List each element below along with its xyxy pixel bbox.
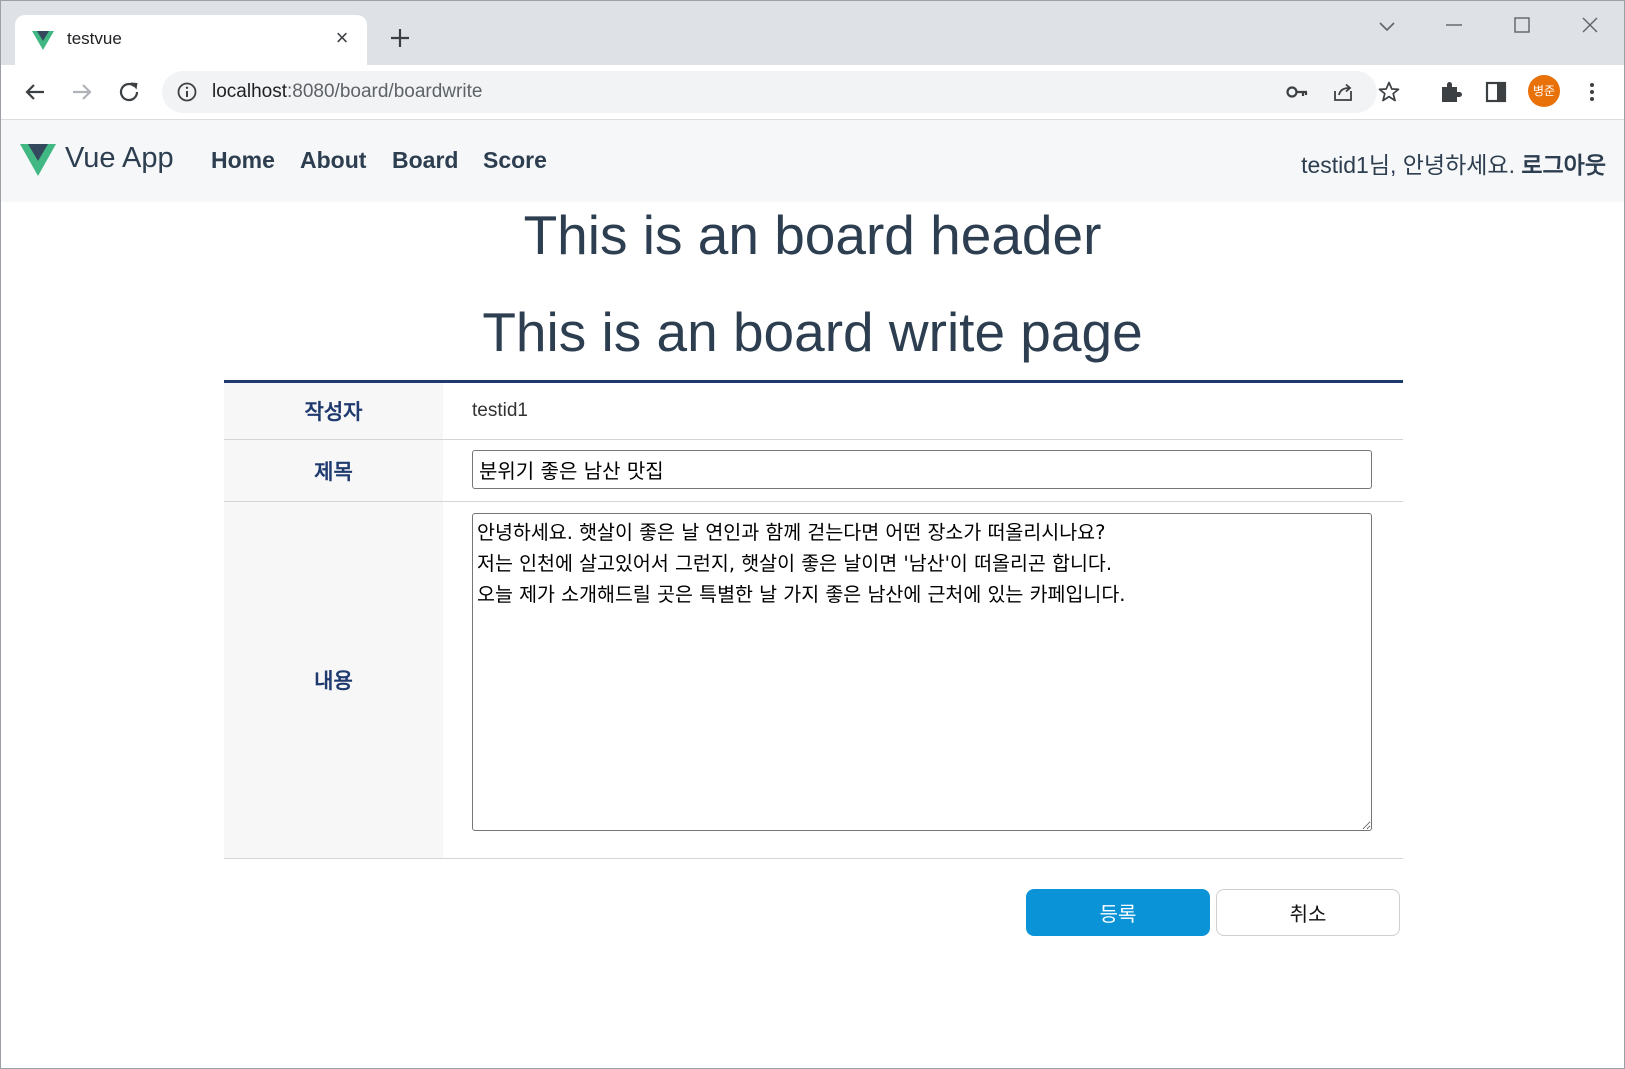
web-page: Vue App Home About Board Score testid1님,… — [1, 120, 1624, 1068]
tab-strip: testvue × — [1, 1, 1624, 65]
browser-toolbar: localhost:8080/board/boardwrite 병준 — [1, 65, 1624, 120]
minimize-icon[interactable] — [1439, 13, 1469, 41]
browser-tab[interactable]: testvue × — [15, 15, 367, 65]
title-label: 제목 — [224, 440, 443, 501]
submit-button[interactable]: 등록 — [1026, 889, 1210, 936]
content-row: 내용 안녕하세요. 햇살이 좋은 날 연인과 함께 걷는다면 어떤 장소가 떠올… — [224, 502, 1403, 859]
url-host: localhost — [212, 81, 287, 102]
tab-title: testvue — [67, 29, 122, 48]
address-bar[interactable]: localhost:8080/board/boardwrite — [162, 71, 1400, 113]
app-navbar: Vue App Home About Board Score testid1님,… — [1, 120, 1624, 202]
writer-label: 작성자 — [224, 383, 443, 439]
bookmark-star-icon[interactable] — [1377, 80, 1401, 104]
greeting-text: testid1님, 안녕하세요. — [1301, 152, 1515, 178]
close-window-icon[interactable] — [1575, 13, 1605, 41]
url-path: :8080/board/boardwrite — [287, 81, 483, 102]
browser-window: testvue × localhost:8080/board/boardwrit… — [0, 0, 1625, 1069]
new-tab-icon[interactable] — [385, 23, 415, 53]
maximize-icon[interactable] — [1507, 13, 1537, 41]
key-icon[interactable] — [1285, 80, 1309, 104]
share-icon[interactable] — [1331, 80, 1355, 104]
url-text: localhost:8080/board/boardwrite — [212, 81, 482, 103]
title-row: 제목 — [224, 440, 1403, 502]
extensions-icon[interactable] — [1436, 78, 1464, 106]
title-input[interactable] — [472, 450, 1372, 489]
nav-home-link[interactable]: Home — [211, 147, 275, 174]
more-menu-icon[interactable] — [1578, 78, 1606, 106]
page-title: This is an board write page — [482, 301, 1143, 363]
board-write-form: 작성자 testid1 제목 내용 안녕하세요. 햇살이 좋은 날 연인과 함께… — [224, 380, 1403, 859]
user-greeting: testid1님, 안녕하세요. 로그아웃 — [1301, 146, 1606, 180]
close-tab-icon[interactable]: × — [331, 27, 353, 49]
nav-about-link[interactable]: About — [300, 147, 366, 174]
site-info-icon[interactable] — [176, 81, 198, 103]
logout-link[interactable]: 로그아웃 — [1521, 152, 1606, 178]
writer-value: testid1 — [472, 400, 528, 421]
cancel-button[interactable]: 취소 — [1216, 889, 1400, 936]
forward-icon[interactable] — [67, 77, 97, 107]
profile-avatar[interactable]: 병준 — [1528, 75, 1560, 107]
reload-icon[interactable] — [114, 77, 144, 107]
content-label: 내용 — [224, 502, 443, 858]
vue-favicon-icon — [32, 31, 54, 50]
board-header: This is an board header — [523, 204, 1102, 266]
app-brand[interactable]: Vue App — [65, 142, 174, 175]
nav-score-link[interactable]: Score — [483, 147, 547, 174]
nav-board-link[interactable]: Board — [392, 147, 458, 174]
tab-search-icon[interactable] — [1372, 13, 1402, 41]
writer-row: 작성자 testid1 — [224, 383, 1403, 440]
back-icon[interactable] — [20, 77, 50, 107]
vue-logo-icon[interactable] — [20, 144, 56, 176]
side-panel-icon[interactable] — [1482, 78, 1510, 106]
content-textarea[interactable]: 안녕하세요. 햇살이 좋은 날 연인과 함께 걷는다면 어떤 장소가 떠올리시나… — [472, 513, 1372, 831]
